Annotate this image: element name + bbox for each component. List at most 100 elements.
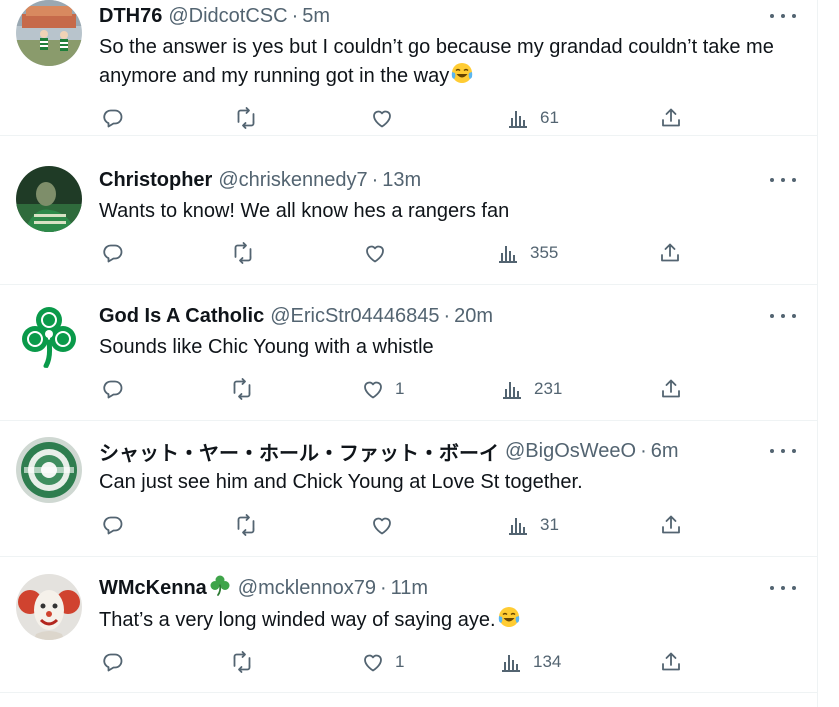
like-count: 1 [395, 379, 405, 398]
timestamp[interactable]: 20m [454, 305, 493, 328]
tweet[interactable]: DTH76 @DidcotCSC · 5m So the answer is y… [0, 0, 817, 136]
view-count: 134 [533, 652, 562, 671]
like-button[interactable]: 1 [361, 650, 404, 674]
tweet-header: Christopher @chriskennedy7 · 13m [99, 167, 421, 193]
tweet-text: Wants to know! We all know hes a rangers… [99, 197, 799, 225]
share-button[interactable] [658, 241, 682, 265]
separator-dot: · [443, 304, 451, 327]
view-count: 61 [540, 108, 559, 127]
retweet-button[interactable] [231, 241, 255, 265]
more-icon [770, 449, 774, 453]
user-handle[interactable]: @DidcotCSC [168, 5, 287, 28]
tears-of-joy-emoji [497, 605, 521, 637]
reply-button[interactable] [101, 513, 125, 537]
reply-icon [103, 109, 123, 128]
share-icon [662, 379, 680, 398]
share-icon [662, 108, 680, 127]
avatar[interactable] [16, 437, 82, 503]
like-button[interactable]: 1 [361, 377, 404, 401]
reply-icon [103, 516, 123, 535]
avatar[interactable] [16, 0, 82, 66]
user-handle[interactable]: @EricStr04446845 [270, 305, 439, 328]
share-button[interactable] [659, 650, 683, 674]
display-name[interactable]: シャット・ヤー・ホール・ファット・ボーイ [99, 437, 499, 466]
view-count: 231 [534, 379, 563, 398]
like-count: 1 [395, 652, 405, 671]
separator-dot: · [291, 4, 299, 27]
tweet[interactable]: God Is A Catholic @EricStr04446845 · 20m… [0, 285, 817, 421]
display-name[interactable]: Christopher [99, 169, 212, 192]
reply-button[interactable] [101, 650, 125, 674]
tweet[interactable]: Christopher @chriskennedy7 · 13m Wants t… [0, 149, 817, 285]
retweet-icon [237, 107, 255, 129]
timestamp[interactable]: 13m [382, 169, 421, 192]
tweet-text: Sounds like Chic Young with a whistle [99, 333, 799, 361]
reply-button[interactable] [101, 241, 125, 265]
tweet-header: シャット・ヤー・ホール・ファット・ボーイ @BigOsWeeO · 6m [99, 437, 679, 466]
user-handle[interactable]: @chriskennedy7 [218, 169, 367, 192]
more-options-button[interactable] [770, 306, 796, 326]
share-button[interactable] [659, 377, 683, 401]
retweet-icon [234, 242, 252, 264]
like-icon [373, 517, 391, 535]
share-icon [662, 652, 680, 671]
views-button[interactable]: 61 [506, 106, 559, 130]
avatar[interactable] [16, 166, 82, 232]
view-count: 31 [540, 515, 559, 534]
reply-icon [103, 244, 123, 263]
views-button[interactable]: 231 [500, 377, 562, 401]
like-button[interactable] [363, 241, 397, 265]
display-name[interactable]: WMcKenna [99, 577, 207, 600]
views-button[interactable]: 134 [499, 650, 561, 674]
tweet-text: Can just see him and Chick Young at Love… [99, 468, 799, 496]
more-icon [770, 314, 774, 318]
like-icon [364, 654, 382, 672]
share-icon [661, 243, 679, 262]
like-icon [373, 110, 391, 128]
tweet-text-content: Sounds like Chic Young with a whistle [99, 336, 434, 358]
like-icon [364, 381, 382, 399]
reply-button[interactable] [101, 377, 125, 401]
more-options-button[interactable] [770, 6, 796, 26]
separator-dot: · [640, 439, 647, 462]
timestamp[interactable]: 5m [302, 5, 330, 28]
user-handle[interactable]: @BigOsWeeO [505, 440, 636, 463]
avatar[interactable] [16, 302, 82, 368]
share-button[interactable] [659, 513, 683, 537]
retweet-button[interactable] [234, 513, 258, 537]
more-icon [770, 586, 774, 590]
retweet-icon [237, 514, 255, 536]
more-icon [770, 178, 774, 182]
more-options-button[interactable] [770, 441, 796, 461]
more-options-button[interactable] [770, 578, 796, 598]
display-name[interactable]: DTH76 [99, 5, 162, 28]
retweet-button[interactable] [230, 377, 254, 401]
avatar[interactable] [16, 574, 82, 640]
views-icon [499, 246, 517, 263]
user-handle[interactable]: @mcklennox79 [238, 577, 376, 600]
tweet-text-content: So the answer is yes but I couldn’t go b… [99, 36, 774, 87]
separator-dot: · [371, 168, 379, 191]
tweet-text-content: Can just see him and Chick Young at Love… [99, 471, 583, 493]
like-button[interactable] [370, 513, 404, 537]
retweet-button[interactable] [230, 650, 254, 674]
tweet[interactable]: シャット・ヤー・ホール・ファット・ボーイ @BigOsWeeO · 6m Can… [0, 421, 817, 557]
timestamp[interactable]: 11m [391, 577, 428, 600]
more-options-button[interactable] [770, 170, 796, 190]
display-name[interactable]: God Is A Catholic [99, 305, 264, 328]
like-button[interactable] [370, 106, 404, 130]
share-button[interactable] [659, 106, 683, 130]
views-icon [509, 111, 527, 128]
tweet-text-content: That’s a very long winded way of saying … [99, 609, 496, 631]
separator-dot: · [379, 576, 387, 599]
views-button[interactable]: 355 [496, 241, 558, 265]
retweet-button[interactable] [234, 106, 258, 130]
retweet-icon [233, 378, 251, 400]
timestamp[interactable]: 6m [651, 440, 679, 463]
reply-button[interactable] [101, 106, 125, 130]
tweet-header: DTH76 @DidcotCSC · 5m [99, 3, 330, 29]
views-button[interactable]: 31 [506, 513, 559, 537]
tweet[interactable]: WMcKenna @mcklennox79 · 11m That’s a ver… [0, 557, 817, 693]
views-icon [509, 518, 527, 535]
tweet-text-content: Wants to know! We all know hes a rangers… [99, 200, 510, 222]
